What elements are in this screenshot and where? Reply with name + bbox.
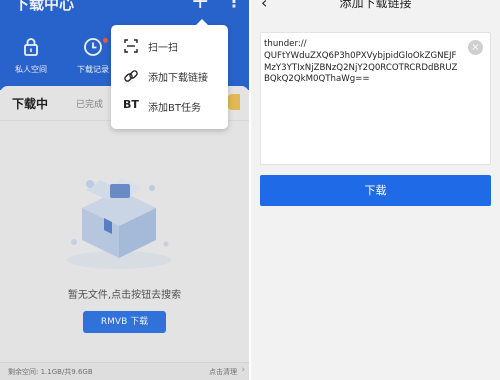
link-input-text[interactable]: thunder:// QUFtYWduZXQ6P3h0PXVybjpidGloO… (264, 39, 460, 86)
clean-link[interactable]: 点击清理 (209, 367, 237, 377)
more-menu-button[interactable]: ⋮ (226, 0, 242, 13)
add-menu-popup: 扫一扫 添加下载链接 BT 添加BT任务 (111, 19, 228, 129)
menu-item-label: 添加BT任务 (148, 103, 201, 114)
link-icon (124, 70, 138, 82)
tab-completed[interactable]: 已完成 (76, 97, 103, 110)
menu-item-scan[interactable]: 扫一扫 (111, 31, 228, 61)
lock-icon (24, 38, 38, 56)
empty-box-illustration (67, 178, 171, 269)
rmvb-download-button[interactable]: RMVB 下载 (83, 311, 166, 333)
scan-icon (124, 39, 138, 53)
menu-item-add-link[interactable]: 添加下载链接 (111, 61, 228, 91)
download-center-screen: 下载中心 + ⋮ 私人空间 下载记录 下载中 已完成 暂无文件,点击按钮去搜索 … (0, 0, 249, 380)
clear-icon[interactable]: × (468, 40, 483, 55)
menu-item-add-bt[interactable]: BT 添加BT任务 (111, 91, 228, 121)
clock-icon (84, 38, 102, 56)
nav-bar: ‹ 添加下载链接 (251, 0, 500, 12)
add-link-screen: ‹ 添加下载链接 thunder:// QUFtYWduZXQ6P3h0PXVy… (251, 0, 500, 380)
private-space-label: 私人空间 (15, 65, 47, 74)
popup-arrow (196, 19, 208, 25)
page-title: 下载中心 (14, 0, 75, 13)
menu-item-label: 扫一扫 (148, 43, 178, 54)
tab-badge (226, 94, 240, 110)
tab-downloading[interactable]: 下载中 (12, 95, 48, 112)
page-title: 添加下载链接 (339, 0, 412, 10)
chevron-right-icon: › (241, 365, 245, 375)
notification-dot (103, 38, 108, 43)
private-space-button[interactable]: 私人空间 (4, 36, 58, 75)
empty-state-text: 暂无文件,点击按钮去搜索 (67, 290, 182, 301)
storage-info: 剩余空间: 1.1GB/共9.6GB (8, 368, 93, 376)
download-button[interactable]: 下载 (260, 175, 491, 206)
bt-icon: BT (123, 98, 139, 111)
add-button[interactable]: + (191, 0, 209, 13)
storage-bar: 剩余空间: 1.1GB/共9.6GB 点击清理 › (0, 362, 249, 380)
link-input-field[interactable]: thunder:// QUFtYWduZXQ6P3h0PXVybjpidGloO… (260, 32, 491, 165)
menu-item-label: 添加下载链接 (148, 73, 208, 84)
